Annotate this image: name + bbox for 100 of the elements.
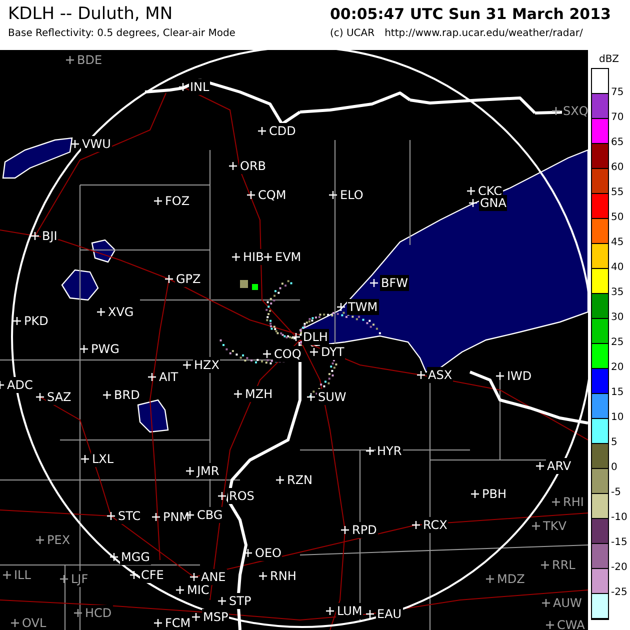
station-marker-icon [218,492,226,500]
station-marker-icon [532,522,540,530]
station-marker-icon [36,536,44,544]
station-marker-icon [341,526,349,534]
station-marker-icon [3,571,11,579]
product-description: Base Reflectivity: 0.5 degrees, Clear-air Mode [8,27,236,41]
station-marker-icon [165,275,173,283]
station-marker-icon [71,140,79,148]
station-label: ASX [427,367,454,383]
station-label: OEO [254,545,282,561]
station-marker-icon [496,372,504,380]
station-label: DLH [302,329,329,345]
legend-value: 20 [610,361,625,375]
station-label: SXQ [562,103,588,119]
station-marker-icon [110,553,118,561]
station-label: DYT [320,344,346,360]
station-label: CQM [257,187,288,203]
station-label: ADC [6,377,34,393]
station-marker-icon [192,613,200,621]
station-label: CWA [556,617,586,630]
station-label: FCM [164,615,192,630]
station-marker-icon [366,610,374,618]
station-marker-icon [546,621,554,629]
legend-value: 15 [610,386,625,400]
station-marker-icon [264,253,272,261]
station-marker-icon [179,83,187,91]
station-label: HIB [242,249,265,265]
station-marker-icon [258,127,266,135]
station-marker-icon [154,197,162,205]
legend-value: 35 [610,286,625,300]
station-marker-icon [232,253,240,261]
source-url: http://www.rap.ucar.edu/weather/radar/ [384,27,583,41]
station-label: ANE [200,569,227,585]
station-marker-icon [366,447,374,455]
station-label: SUW [317,389,348,405]
station-marker-icon [337,303,345,311]
station-marker-icon [417,371,425,379]
legend-value: 5 [610,436,618,450]
legend-value: 50 [610,211,625,225]
station-label: INL [189,79,210,95]
station-marker-icon [81,455,89,463]
station-marker-icon [552,107,560,115]
station-marker-icon [310,348,318,356]
station-label: ARV [546,458,572,474]
station-marker-icon [244,549,252,557]
legend-value: 30 [610,311,625,325]
station-marker-icon [186,467,194,475]
station-label: STP [228,593,252,609]
station-marker-icon [103,391,111,399]
station-label: COQ [273,346,302,362]
station-marker-icon [486,575,494,583]
station-marker-icon [60,575,68,583]
station-label: RCX [422,517,448,533]
legend-unit: dBZ [598,53,620,67]
legend-value: 65 [610,136,625,150]
station-marker-icon [329,191,337,199]
legend-value: 45 [610,236,625,250]
legend-value: -5 [610,486,622,500]
station-marker-icon [536,462,544,470]
station-label: SAZ [46,389,72,405]
station-label: VWU [81,136,112,152]
station-label: LJF [70,571,90,587]
station-marker-icon [107,512,115,520]
station-marker-icon [190,573,198,581]
legend-value: 60 [610,161,625,175]
station-marker-icon [467,187,475,195]
station-label: TWM [347,299,379,315]
station-label: JMR [196,463,220,479]
station-marker-icon [259,572,267,580]
station-label: STC [117,508,142,524]
legend-value: -25 [610,586,628,600]
station-marker-icon [292,333,300,341]
station-marker-icon [471,490,479,498]
station-marker-icon [542,599,550,607]
station-marker-icon [234,390,242,398]
station-marker-icon [276,476,284,484]
station-marker-icon [154,619,162,627]
station-label: GNA [479,195,508,211]
station-marker-icon [97,308,105,316]
legend-value: 40 [610,261,625,275]
legend-value: 75 [610,86,625,100]
station-label: LXL [91,451,115,467]
station-marker-icon [541,561,549,569]
station-label: ROS [228,488,256,504]
legend-value: -15 [610,536,628,550]
station-label: MIC [186,582,210,598]
copyright-text: (c) UCAR [330,27,375,41]
station-label: MGG [120,549,151,565]
station-marker-icon [307,393,315,401]
legend-value: 10 [610,411,625,425]
station-marker-icon [80,345,88,353]
station-label: BJI [41,228,58,244]
timestamp: 00:05:47 UTC Sun 31 March 2013 [330,4,611,25]
station-label: HZX [193,357,220,373]
station-marker-icon [229,162,237,170]
station-marker-icon [247,191,255,199]
station-label: CFE [140,567,165,583]
station-marker-icon [148,373,156,381]
station-marker-icon [152,513,160,521]
radar-station-title: KDLH -- Duluth, MN [8,3,174,25]
